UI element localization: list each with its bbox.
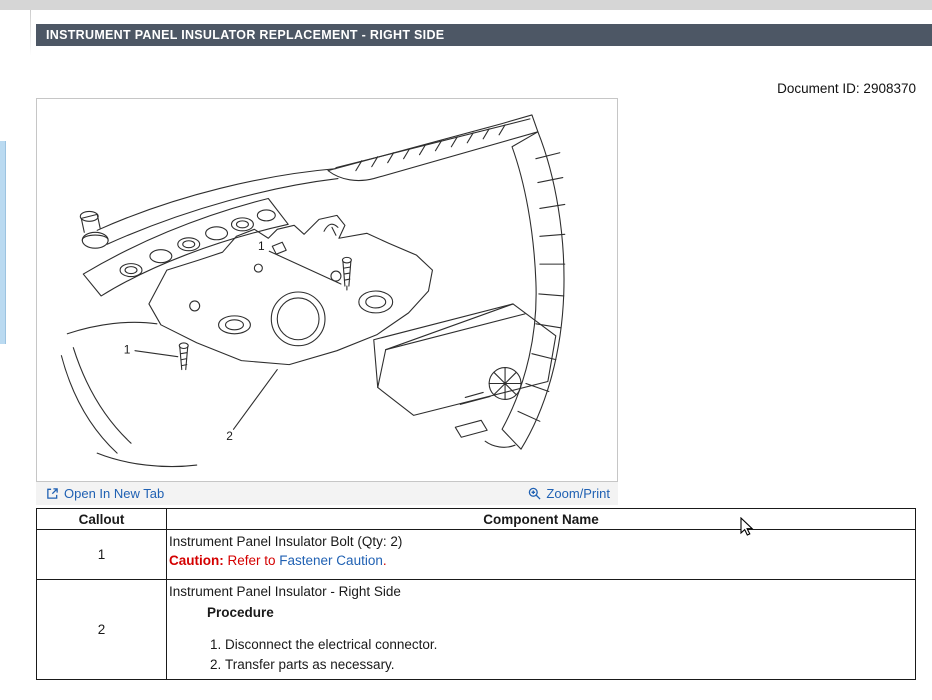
- open-in-new-tab-label: Open In New Tab: [64, 486, 164, 501]
- caution-label: Caution:: [169, 553, 224, 568]
- figure-toolbar: Open In New Tab Zoom/Print: [36, 482, 618, 505]
- zoom-icon: [528, 487, 541, 500]
- document-id: Document ID: 2908370: [777, 81, 916, 96]
- section-title: INSTRUMENT PANEL INSULATOR REPLACEMENT -…: [46, 28, 444, 42]
- zoom-print-link[interactable]: Zoom/Print: [528, 486, 610, 501]
- procedure-label: Procedure: [207, 603, 911, 622]
- component-name: Instrument Panel Insulator - Right Side: [169, 582, 911, 601]
- diagram-image: 1 1 2: [36, 98, 618, 482]
- figure-panel: 1 1 2 Open In New Tab: [36, 98, 618, 505]
- callout-label-1b: 1: [124, 343, 131, 357]
- caution-line: Caution: Refer to Fastener Caution.: [169, 551, 911, 570]
- caution-text: Refer to: [224, 553, 280, 568]
- table-header-component: Component Name: [167, 509, 916, 530]
- component-name: Instrument Panel Insulator Bolt (Qty: 2): [169, 532, 911, 551]
- callout-label-1a: 1: [258, 239, 265, 253]
- page: INSTRUMENT PANEL INSULATOR REPLACEMENT -…: [0, 0, 932, 700]
- procedure-step: Transfer parts as necessary.: [225, 655, 911, 675]
- open-in-new-tab-link[interactable]: Open In New Tab: [46, 486, 164, 501]
- procedure-steps: Disconnect the electrical connector. Tra…: [203, 635, 911, 675]
- callout-cell: 1: [37, 530, 167, 580]
- table-row: 2 Instrument Panel Insulator - Right Sid…: [37, 580, 916, 680]
- window-corner-edge: [30, 10, 31, 56]
- table-row: 1 Instrument Panel Insulator Bolt (Qty: …: [37, 530, 916, 580]
- table-header-callout: Callout: [37, 509, 167, 530]
- section-title-bar: INSTRUMENT PANEL INSULATOR REPLACEMENT -…: [36, 24, 932, 46]
- procedure-step: Disconnect the electrical connector.: [225, 635, 911, 655]
- component-cell: Instrument Panel Insulator - Right Side …: [167, 580, 916, 680]
- caution-period: .: [383, 553, 387, 568]
- fastener-caution-link[interactable]: Fastener Caution: [279, 553, 383, 568]
- open-in-new-tab-icon: [46, 487, 59, 500]
- callout-label-2: 2: [226, 429, 233, 443]
- window-chrome-strip: [0, 0, 932, 10]
- zoom-print-label: Zoom/Print: [546, 486, 610, 501]
- background-window-edge: [0, 141, 6, 344]
- callout-cell: 2: [37, 580, 167, 680]
- component-table: Callout Component Name 1 Instrument Pane…: [36, 508, 916, 680]
- component-cell: Instrument Panel Insulator Bolt (Qty: 2)…: [167, 530, 916, 580]
- table-header-row: Callout Component Name: [37, 509, 916, 530]
